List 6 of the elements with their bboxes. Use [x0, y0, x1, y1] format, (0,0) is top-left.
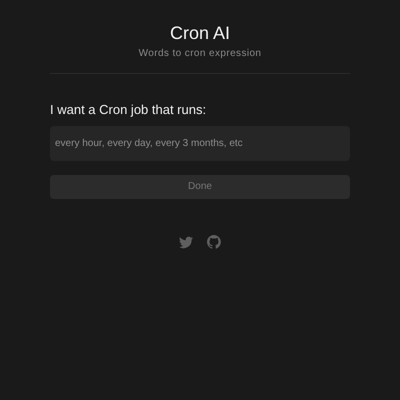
app-subtitle: Words to cron expression: [138, 47, 262, 61]
github-icon[interactable]: [207, 234, 221, 248]
field-label: I want a Cron job that runs:: [50, 101, 208, 119]
app-title: Cron AI: [168, 22, 232, 44]
twitter-icon[interactable]: [179, 234, 193, 248]
input-field[interactable]: every hour, every day, every 3 months, etc: [50, 126, 350, 160]
